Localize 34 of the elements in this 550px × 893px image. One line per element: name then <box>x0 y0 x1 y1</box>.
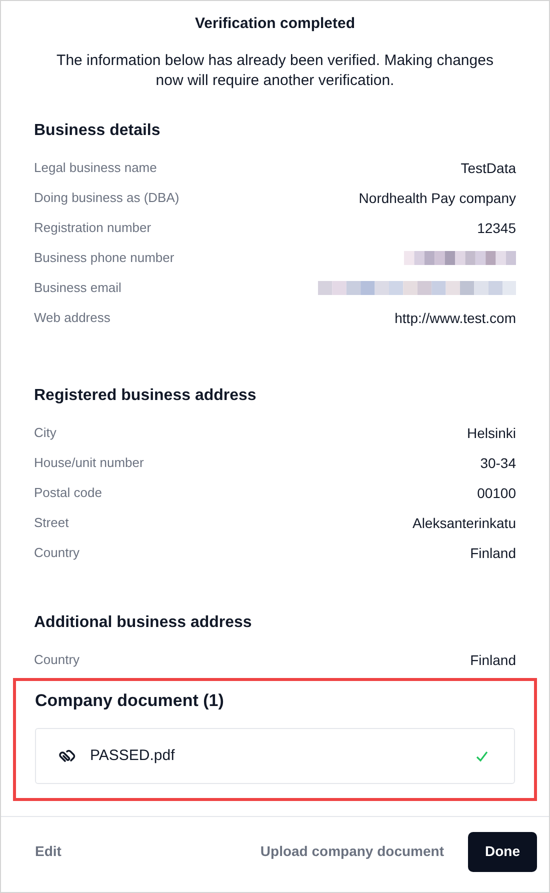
field-label: Legal business name <box>34 159 157 178</box>
field-label: Web address <box>34 309 110 328</box>
field-value: Nordhealth Pay company <box>358 188 516 208</box>
section-heading: Company document (1) <box>35 690 225 712</box>
field-value: TestData <box>460 158 516 178</box>
field-value: Finland <box>470 544 516 562</box>
field-value: 12345 <box>477 218 516 238</box>
done-button[interactable]: Done <box>468 832 537 872</box>
field-label: Business email <box>34 279 122 298</box>
field-label: City <box>34 424 56 442</box>
paperclip-icon <box>58 749 76 763</box>
field-label: Country <box>34 544 80 562</box>
upload-document-button[interactable]: Upload company document <box>260 841 444 862</box>
field-label: Business phone number <box>34 249 174 268</box>
field-label: Registration number <box>34 219 152 238</box>
section-heading: Registered business address <box>34 386 258 406</box>
dialog-title: Verification completed <box>194 14 356 34</box>
field-label: Postal code <box>34 484 102 502</box>
field-value: 00100 <box>477 484 516 502</box>
section-heading: Additional business address <box>34 613 253 633</box>
field-value: Helsinki <box>466 424 516 442</box>
notice-text: The information below has already been verified. Making changes now will require another verification. <box>56 51 494 91</box>
field-label: House/unit number <box>34 454 144 472</box>
field-value: http://www.test.com <box>394 308 516 328</box>
field-label: Street <box>34 514 69 532</box>
file-name: PASSED.pdf <box>90 746 176 766</box>
document-card[interactable]: PASSED.pdf <box>35 728 515 784</box>
edit-button[interactable]: Edit <box>35 841 260 862</box>
field-value: Finland <box>470 650 516 670</box>
section-heading: Business details <box>34 121 162 141</box>
field-label: Doing business as (DBA) <box>34 189 180 208</box>
field-value: 30-34 <box>480 454 516 472</box>
field-label: Country <box>34 651 80 670</box>
field-value: Aleksanterinkatu <box>412 514 516 532</box>
